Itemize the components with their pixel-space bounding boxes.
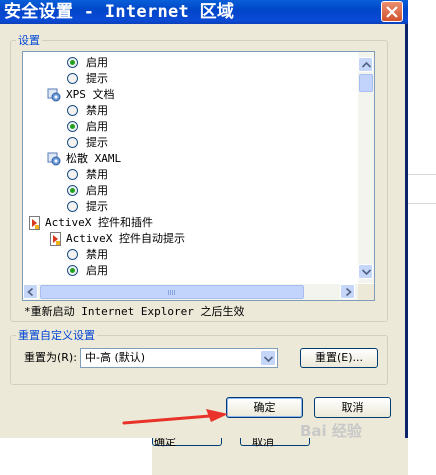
radio-option[interactable]: 禁用 [67,103,343,119]
row-label: 禁用 [86,104,108,117]
close-icon [386,6,398,18]
radio-unselected[interactable] [67,201,78,212]
title-bar[interactable]: 安全设置 - Internet 区域 [0,0,408,24]
radio-option[interactable]: 禁用 [67,167,343,183]
row-label: XPS 文档 [66,88,115,101]
radio-option[interactable]: 禁用 [67,247,343,263]
chevron-right-icon [345,288,352,296]
radio-option[interactable]: 启用 [67,183,343,199]
horizontal-scroll-thumb[interactable] [40,285,304,299]
scroll-down-button[interactable] [358,264,373,279]
row-label: 启用 [86,56,108,69]
reset-to-label: 重置为(R): [24,351,77,364]
row-label: 启用 [86,120,108,133]
radio-selected[interactable] [67,121,78,132]
chevron-down-icon [362,269,371,275]
scroll-right-button[interactable] [340,284,355,299]
annotation-arrow [122,409,228,425]
row-label: 启用 [86,264,108,277]
cancel-button[interactable]: 取消 [314,397,391,418]
reset-button[interactable]: 重置(E)... [300,348,378,368]
radio-unselected[interactable] [67,137,78,148]
watermark: Bai 经验 [300,422,362,440]
scroll-up-button[interactable] [358,57,373,72]
settings-section: XPS 文档 [47,87,343,103]
radio-option[interactable]: 提示 [67,135,343,151]
settings-category: ActiveX 控件和插件 [29,215,343,231]
gear-settings-icon [47,152,61,171]
background-page [408,0,436,475]
radio-option[interactable]: 启用 [67,119,343,135]
security-level-value: 中-高 (默认) [85,351,146,364]
row-label: 提示 [86,136,108,149]
row-label: 提示 [86,200,108,213]
restart-note: *重新启动 Internet Explorer 之后生效 [24,305,245,318]
close-button[interactable] [381,1,403,22]
radio-option[interactable]: 提示 [67,199,343,215]
background-dialog: 确定 取消 [152,436,408,475]
gear-settings-icon [47,88,61,107]
radio-selected[interactable] [67,57,78,68]
radio-selected[interactable] [67,265,78,276]
row-label: 启用 [86,184,108,197]
radio-unselected[interactable] [67,73,78,84]
row-label: 禁用 [86,168,108,181]
background-divider [408,203,436,204]
settings-list[interactable]: 启用 提示 XPS 文档 禁用 启用 提示 松散 XAML 禁用 启用 提示 ActiveX 控件和… [22,51,375,301]
row-label: 提示 [86,72,108,85]
row-label: 禁用 [86,248,108,261]
security-settings-dialog: 安全设置 - Internet 区域 设置 启用 提示 XPS 文档 禁用 启用 提示 松散… [0,0,408,438]
window-title: 安全设置 - Internet 区域 [4,2,235,22]
ok-button[interactable]: 确定 [226,397,303,418]
scrollbar-corner [358,284,374,300]
chevron-left-icon [27,288,34,296]
settings-group-label: 设置 [16,34,42,47]
scroll-left-button[interactable] [23,284,38,299]
radio-option[interactable]: 启用 [67,55,343,71]
radio-selected[interactable] [67,185,78,196]
activex-icon [50,232,62,251]
radio-unselected[interactable] [67,249,78,260]
chevron-down-icon [264,356,273,362]
security-level-select[interactable]: 中-高 (默认) [80,348,278,368]
dropdown-button[interactable] [260,350,276,366]
radio-unselected[interactable] [67,169,78,180]
radio-option[interactable]: 启用 [67,263,343,279]
settings-section: ActiveX 控件自动提示 [50,231,343,247]
activex-icon [29,216,41,235]
settings-section: 松散 XAML [47,151,343,167]
row-label: 松散 XAML [66,152,122,165]
row-label: ActiveX 控件自动提示 [66,232,185,245]
row-label: ActiveX 控件和插件 [45,216,153,229]
radio-option[interactable]: 提示 [67,71,343,87]
vertical-scroll-thumb[interactable] [359,74,373,92]
chevron-up-icon [362,62,371,68]
reset-group-label: 重置自定义设置 [16,329,97,342]
background-divider [408,174,436,175]
radio-unselected[interactable] [67,105,78,116]
